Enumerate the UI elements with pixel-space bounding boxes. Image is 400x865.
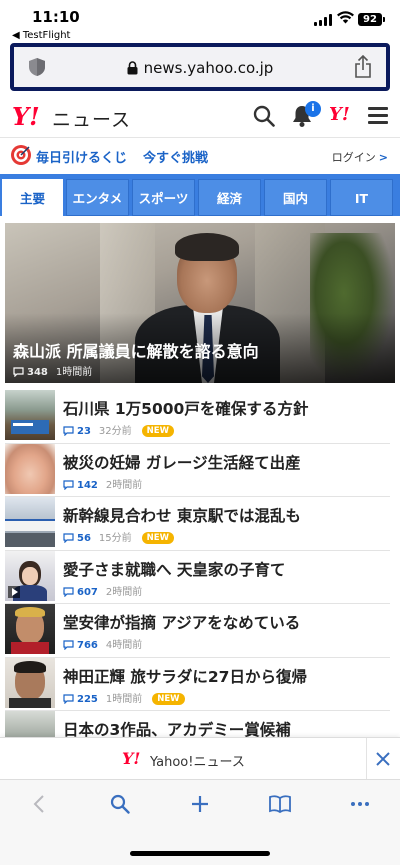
target-icon — [11, 145, 31, 165]
comment-icon — [13, 367, 24, 377]
comment-count: 56 — [77, 533, 91, 544]
article-title: 愛子さま就職へ 天皇家の子育て — [63, 560, 286, 579]
comment-icon — [63, 693, 74, 704]
top-story-title: 森山派 所属議員に解散を諮る意向 — [13, 342, 259, 361]
notification-badge: i — [305, 101, 321, 117]
new-badge: NEW — [141, 425, 174, 437]
tab-entertainment[interactable]: エンタメ — [66, 179, 129, 216]
tab-sports[interactable]: スポーツ — [132, 179, 195, 216]
comment-count: 142 — [77, 479, 98, 491]
time-ago: 2時間前 — [105, 586, 143, 598]
tab-economy[interactable]: 経済 — [198, 179, 261, 216]
time-ago: 1時間前 — [55, 367, 93, 378]
article-thumbnail — [5, 497, 55, 547]
search-icon[interactable] — [110, 794, 130, 814]
login-label: ログイン — [331, 151, 376, 164]
article-title: 堂安律が指摘 アジアをなめている — [63, 614, 301, 632]
article-meta: 766 4時間前 — [63, 636, 142, 651]
hero-photo-hair — [175, 233, 239, 261]
yahoo-logo[interactable]: Y! — [12, 102, 40, 131]
article-list: 石川県 1万5000戸を確保する方針 23 32分前 NEW 被災の妊婦 ガレージ生… — [0, 390, 400, 765]
article-thumbnail — [5, 443, 55, 494]
lock-icon — [127, 61, 138, 75]
article-meta: 142 2時間前 — [63, 476, 142, 491]
url-display[interactable]: news.yahoo.co.jp — [14, 59, 386, 77]
play-icon — [8, 585, 20, 598]
time-ago: 15分前 — [98, 533, 132, 544]
status-time: 11:10 — [32, 8, 80, 26]
time-ago: 2時間前 — [105, 479, 143, 491]
url-text: news.yahoo.co.jp — [143, 59, 274, 77]
tab-it[interactable]: IT — [330, 179, 393, 216]
back-to-app-link[interactable]: ◀ TestFlight — [12, 30, 70, 41]
comment-count: 225 — [77, 693, 98, 705]
article-meta: 56 15分前 NEW — [63, 529, 174, 544]
daily-lottery-link[interactable]: 毎日引けるくじ — [36, 147, 127, 166]
chevron-right-icon: > — [378, 151, 388, 164]
site-title[interactable]: ニュース — [52, 105, 131, 132]
article-meta: 607 2時間前 — [63, 583, 142, 598]
article-thumbnail — [5, 550, 55, 601]
login-link[interactable]: ログイン > — [332, 149, 388, 165]
home-indicator[interactable] — [130, 851, 270, 856]
comment-icon — [63, 533, 74, 543]
comment-icon — [63, 479, 74, 490]
list-item[interactable]: 新幹線見合わせ 東京駅では混乱も 56 15分前 NEW — [5, 497, 390, 551]
close-icon[interactable] — [375, 751, 391, 767]
wifi-icon — [337, 11, 354, 24]
comment-count: 766 — [77, 640, 98, 651]
comment-count: 23 — [77, 426, 91, 437]
time-ago: 32分前 — [98, 426, 132, 437]
article-thumbnail — [5, 390, 55, 440]
banner-divider — [366, 738, 367, 780]
search-icon[interactable] — [253, 105, 275, 127]
article-meta: 23 32分前 NEW — [63, 422, 174, 437]
list-item[interactable]: 堂安律が指摘 アジアをなめている 766 4時間前 — [5, 604, 390, 658]
list-item[interactable]: 石川県 1万5000戸を確保する方針 23 32分前 NEW — [5, 390, 390, 444]
yahoo-logo-small: Y! — [122, 749, 141, 768]
list-item[interactable]: 神田正輝 旅サラダに27日から復帰 225 1時間前 NEW — [5, 657, 390, 711]
site-header: Y! ニュース i Y! — [0, 96, 400, 138]
list-item[interactable]: 被災の妊婦 ガレージ生活経て出産 142 2時間前 — [5, 443, 390, 497]
time-ago: 1時間前 — [105, 693, 143, 705]
article-thumbnail — [5, 657, 55, 708]
category-tabs: 主要 エンタメ スポーツ 経済 国内 IT — [0, 174, 400, 216]
add-tab-icon[interactable] — [190, 794, 210, 814]
list-item[interactable]: 愛子さま就職へ 天皇家の子育て 607 2時間前 — [5, 550, 390, 604]
comment-icon — [63, 586, 74, 597]
app-banner-text: Yahoo!ニュース — [150, 755, 245, 770]
status-bar: 11:10 ◀ TestFlight 92 — [0, 0, 400, 44]
time-ago: 4時間前 — [105, 640, 143, 651]
hamburger-menu-icon[interactable] — [368, 107, 388, 128]
comment-count: 348 — [27, 367, 48, 378]
article-title: 被災の妊婦 ガレージ生活経て出産 — [63, 453, 301, 472]
comment-icon — [63, 640, 74, 650]
tab-domestic[interactable]: 国内 — [264, 179, 327, 216]
top-story-meta: 348 1時間前 — [13, 363, 92, 378]
top-story-card[interactable]: 森山派 所属議員に解散を諮る意向 348 1時間前 — [5, 223, 395, 383]
share-icon[interactable] — [354, 55, 372, 79]
article-title: 神田正輝 旅サラダに27日から復帰 — [63, 667, 307, 686]
battery-indicator: 92 — [358, 13, 385, 26]
back-arrow-icon[interactable] — [33, 794, 45, 814]
challenge-now-link[interactable]: 今すぐ挑戦 — [143, 147, 208, 166]
article-meta: 225 1時間前 NEW — [63, 690, 185, 705]
article-title: 新幹線見合わせ 東京駅では混乱も — [63, 507, 301, 525]
signal-icon — [314, 14, 332, 26]
address-bar[interactable]: news.yahoo.co.jp — [10, 43, 390, 91]
more-options-icon[interactable] — [350, 794, 370, 814]
bookmarks-icon[interactable] — [268, 794, 292, 814]
comment-icon — [63, 426, 74, 436]
new-badge: NEW — [141, 532, 174, 544]
promo-bar: 毎日引けるくじ 今すぐ挑戦 ログイン > — [0, 138, 400, 174]
app-banner[interactable]: Y! Yahoo!ニュース — [0, 737, 400, 780]
article-thumbnail — [5, 604, 55, 654]
yahoo-account-icon[interactable]: Y! — [329, 104, 350, 125]
comment-count: 607 — [77, 586, 98, 598]
tab-main[interactable]: 主要 — [2, 179, 63, 216]
new-badge: NEW — [152, 692, 185, 705]
article-title: 石川県 1万5000戸を確保する方針 — [63, 400, 309, 418]
